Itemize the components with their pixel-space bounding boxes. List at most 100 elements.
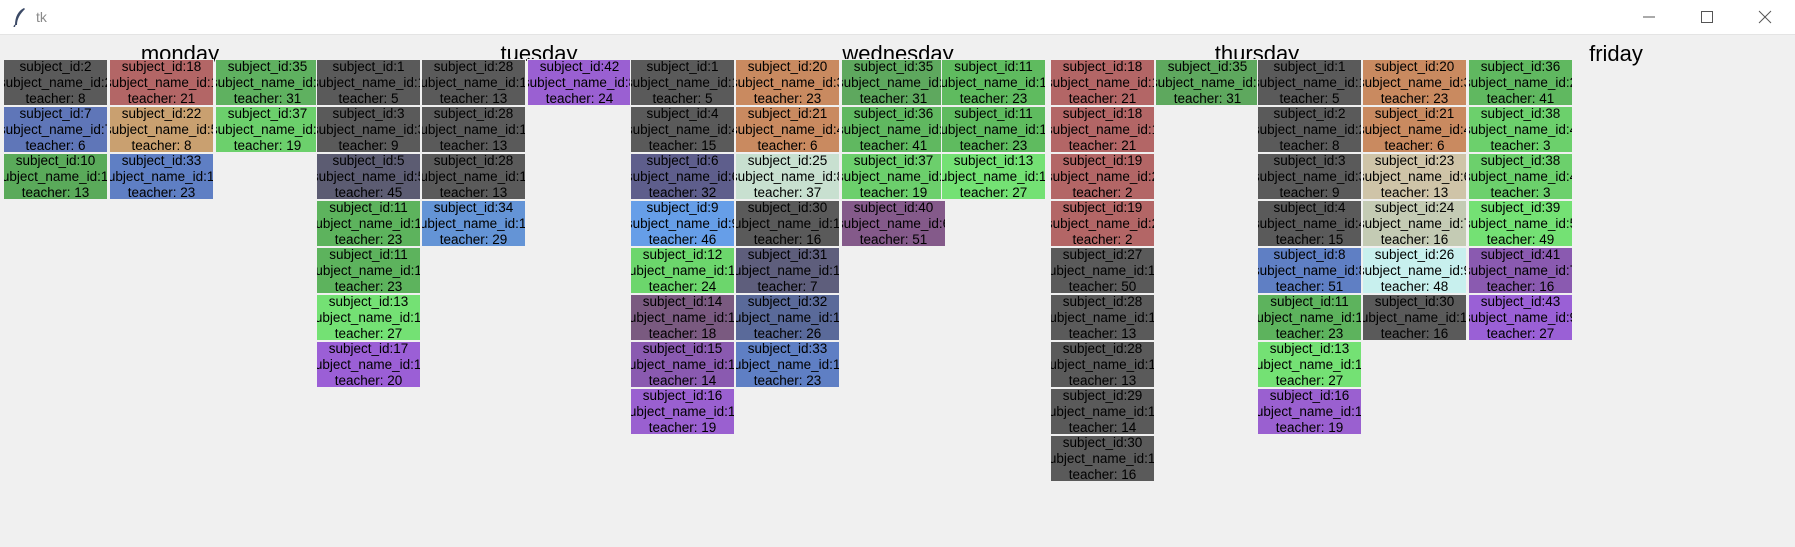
card-teacher-label: teacher: 13 xyxy=(1068,372,1137,388)
schedule-card[interactable]: subject_id:13subject_name_id:13teacher: … xyxy=(941,153,1046,200)
card-teacher-label: teacher: 9 xyxy=(338,137,399,153)
schedule-card[interactable]: subject_id:1 subject_name_id:1 teacher: 5 xyxy=(630,59,735,106)
schedule-card[interactable]: subject_id:28subject_name_id:11teacher: … xyxy=(421,106,526,153)
card-name-label: subject_name_id:4 xyxy=(1468,168,1573,184)
schedule-card[interactable]: subject_id:37 subject_name_id:3 teacher: 1… xyxy=(215,106,320,153)
card-teacher-label: teacher: 21 xyxy=(1068,137,1137,153)
card-teacher-label: teacher: 6 xyxy=(1384,137,1445,153)
schedule-card[interactable]: subject_id:10subject_name_id:10teacher: … xyxy=(3,153,108,200)
minimize-button[interactable] xyxy=(1620,0,1678,34)
card-teacher-label: teacher: 8 xyxy=(25,90,86,106)
schedule-card[interactable]: subject_id:11subject_name_id:11teacher: … xyxy=(316,200,421,247)
schedule-card[interactable]: subject_id:21 subject_name_id:4 teacher: 6 xyxy=(735,106,840,153)
schedule-card[interactable]: subject_id:21 subject_name_id:4 teacher: 6 xyxy=(1362,106,1467,153)
schedule-card[interactable]: subject_id:18 subject_name_id:1 teacher: 2… xyxy=(109,59,214,106)
schedule-card[interactable]: subject_id:35 subject_name_id:1 teacher: 3… xyxy=(215,59,320,106)
schedule-card[interactable]: subject_id:33subject_name_id:16teacher: … xyxy=(109,153,214,200)
schedule-card[interactable]: subject_id:15subject_name_id:15teacher: … xyxy=(630,341,735,388)
schedule-card[interactable]: subject_id:30subject_name_id:13teacher: … xyxy=(1362,294,1467,341)
card-teacher-label: teacher: 31 xyxy=(233,90,302,106)
card-subject-label: subject_id:38 xyxy=(1480,153,1561,168)
schedule-card[interactable]: subject_id:11subject_name_id:11teacher: … xyxy=(941,106,1046,153)
maximize-button[interactable] xyxy=(1678,0,1736,34)
card-teacher-label: teacher: 46 xyxy=(648,231,717,247)
schedule-card[interactable]: subject_id:28subject_name_id:11teacher: … xyxy=(421,153,526,200)
schedule-card[interactable]: subject_id:28subject_name_id:11teacher: … xyxy=(1050,341,1155,388)
card-name-label: subject_name_id:12 xyxy=(631,262,735,278)
card-teacher-label: teacher: 19 xyxy=(233,137,302,153)
card-subject-label: subject_id:42 xyxy=(539,59,620,74)
schedule-card[interactable]: subject_id:16subject_name_id:16teacher: … xyxy=(630,388,735,435)
schedule-card[interactable]: subject_id:41 subject_name_id:7 teacher: 1… xyxy=(1468,247,1573,294)
schedule-card[interactable]: subject_id:28subject_name_id:11teacher: … xyxy=(1050,294,1155,341)
schedule-card[interactable]: subject_id:3 subject_name_id:3 teacher: 9 xyxy=(316,106,421,153)
schedule-card[interactable]: subject_id:42 subject_name_id:8 teacher: 2… xyxy=(527,59,632,106)
schedule-card[interactable]: subject_id:35 subject_name_id:1 teacher: 3… xyxy=(841,59,946,106)
schedule-card[interactable]: subject_id:29subject_name_id:12teacher: … xyxy=(1050,388,1155,435)
schedule-card[interactable]: subject_id:43 subject_name_id:9 teacher: 2… xyxy=(1468,294,1573,341)
schedule-card[interactable]: subject_id:22 subject_name_id:5 teacher: 8 xyxy=(109,106,214,153)
schedule-card[interactable]: subject_id:7 subject_name_id:7 teacher: 6 xyxy=(3,106,108,153)
schedule-card[interactable]: subject_id:14subject_name_id:14teacher: … xyxy=(630,294,735,341)
schedule-card[interactable]: subject_id:25 subject_name_id:8 teacher: 3… xyxy=(735,153,840,200)
schedule-card[interactable]: subject_id:34subject_name_id:17teacher: … xyxy=(421,200,526,247)
schedule-card[interactable]: subject_id:16subject_name_id:16teacher: … xyxy=(1257,388,1362,435)
schedule-card[interactable]: subject_id:20 subject_name_id:3 teacher: 2… xyxy=(735,59,840,106)
schedule-card[interactable]: subject_id:8 subject_name_id:8 teacher: 51 xyxy=(1257,247,1362,294)
card-teacher-label: teacher: 16 xyxy=(753,231,822,247)
schedule-card[interactable]: subject_id:17subject_name_id:17teacher: … xyxy=(316,341,421,388)
schedule-card[interactable]: subject_id:40 subject_name_id:6 teacher: 5… xyxy=(841,200,946,247)
schedule-card[interactable]: subject_id:5 subject_name_id:5 teacher: 45 xyxy=(316,153,421,200)
schedule-card[interactable]: subject_id:12subject_name_id:12teacher: … xyxy=(630,247,735,294)
schedule-card[interactable]: subject_id:11subject_name_id:11teacher: … xyxy=(1257,294,1362,341)
schedule-card[interactable]: subject_id:18 subject_name_id:1 teacher: 2… xyxy=(1050,59,1155,106)
schedule-card[interactable]: subject_id:28subject_name_id:11teacher: … xyxy=(421,59,526,106)
schedule-card[interactable]: subject_id:38 subject_name_id:4 teacher: 3 xyxy=(1468,106,1573,153)
card-subject-label: subject_id:15 xyxy=(642,341,723,356)
card-subject-label: subject_id:30 xyxy=(1374,294,1455,309)
schedule-card[interactable]: subject_id:19 subject_name_id:2 teacher: 2 xyxy=(1050,200,1155,247)
schedule-card[interactable]: subject_id:36 subject_name_id:2 teacher: 4… xyxy=(841,106,946,153)
schedule-card[interactable]: subject_id:38 subject_name_id:4 teacher: 3 xyxy=(1468,153,1573,200)
schedule-card[interactable]: subject_id:19 subject_name_id:2 teacher: 2 xyxy=(1050,153,1155,200)
schedule-card[interactable]: subject_id:9 subject_name_id:9 teacher: 46 xyxy=(630,200,735,247)
card-name-label: subject_name_id:8 xyxy=(735,168,840,184)
schedule-card[interactable]: subject_id:4 subject_name_id:4 teacher: 15 xyxy=(1257,200,1362,247)
schedule-card[interactable]: subject_id:30subject_name_id:13teacher: … xyxy=(735,200,840,247)
schedule-card[interactable]: subject_id:20 subject_name_id:3 teacher: 2… xyxy=(1362,59,1467,106)
schedule-card[interactable]: subject_id:6 subject_name_id:6 teacher: 32 xyxy=(630,153,735,200)
card-subject-label: subject_id:36 xyxy=(1480,59,1561,74)
schedule-card[interactable]: subject_id:27subject_name_id:10teacher: … xyxy=(1050,247,1155,294)
card-name-label: subject_name_id:4 xyxy=(1362,121,1467,137)
schedule-card[interactable]: subject_id:13subject_name_id:13teacher: … xyxy=(316,294,421,341)
schedule-card[interactable]: subject_id:11subject_name_id:11teacher: … xyxy=(316,247,421,294)
close-icon xyxy=(1758,10,1772,24)
schedule-card[interactable]: subject_id:35 subject_name_id:1 teacher: 3… xyxy=(1155,59,1260,106)
schedule-card[interactable]: subject_id:13subject_name_id:13teacher: … xyxy=(1257,341,1362,388)
schedule-card[interactable]: subject_id:39 subject_name_id:5 teacher: 4… xyxy=(1468,200,1573,247)
schedule-card[interactable]: subject_id:2 subject_name_id:2 teacher: 8 xyxy=(3,59,108,106)
card-name-label: subject_name_id:8 xyxy=(1257,262,1362,278)
timetable-canvas: monday subject_id:2 subject_name_id:2 teach… xyxy=(0,35,1795,547)
schedule-card[interactable]: subject_id:3 subject_name_id:3 teacher: 9 xyxy=(1257,153,1362,200)
schedule-card[interactable]: subject_id:2 subject_name_id:2 teacher: 8 xyxy=(1257,106,1362,153)
schedule-card[interactable]: subject_id:37 subject_name_id:3 teacher: 1… xyxy=(841,153,946,200)
schedule-card[interactable]: subject_id:4 subject_name_id:4 teacher: 15 xyxy=(630,106,735,153)
schedule-card[interactable]: subject_id:1 subject_name_id:1 teacher: 5 xyxy=(1257,59,1362,106)
schedule-card[interactable]: subject_id:31subject_name_id:14teacher: … xyxy=(735,247,840,294)
card-name-label: subject_name_id:3 xyxy=(735,74,840,90)
card-subject-label: subject_id:29 xyxy=(1062,388,1143,403)
schedule-card[interactable]: subject_id:24 subject_name_id:7 teacher: 1… xyxy=(1362,200,1467,247)
schedule-card[interactable]: subject_id:36 subject_name_id:2 teacher: 4… xyxy=(1468,59,1573,106)
schedule-card[interactable]: subject_id:32subject_name_id:15teacher: … xyxy=(735,294,840,341)
schedule-card[interactable]: subject_id:18 subject_name_id:1 teacher: 2… xyxy=(1050,106,1155,153)
schedule-card[interactable]: subject_id:1 subject_name_id:1 teacher: 5 xyxy=(316,59,421,106)
schedule-card[interactable]: subject_id:26 subject_name_id:9 teacher: 4… xyxy=(1362,247,1467,294)
close-button[interactable] xyxy=(1736,0,1794,34)
schedule-card[interactable]: subject_id:33subject_name_id:16teacher: … xyxy=(735,341,840,388)
schedule-card[interactable]: subject_id:11subject_name_id:11teacher: … xyxy=(941,59,1046,106)
schedule-card[interactable]: subject_id:30subject_name_id:13teacher: … xyxy=(1050,435,1155,482)
schedule-card[interactable]: subject_id:23 subject_name_id:6 teacher: 1… xyxy=(1362,153,1467,200)
card-name-label: subject_name_id:11 xyxy=(1050,309,1155,325)
card-subject-label: subject_id:39 xyxy=(1480,200,1561,215)
